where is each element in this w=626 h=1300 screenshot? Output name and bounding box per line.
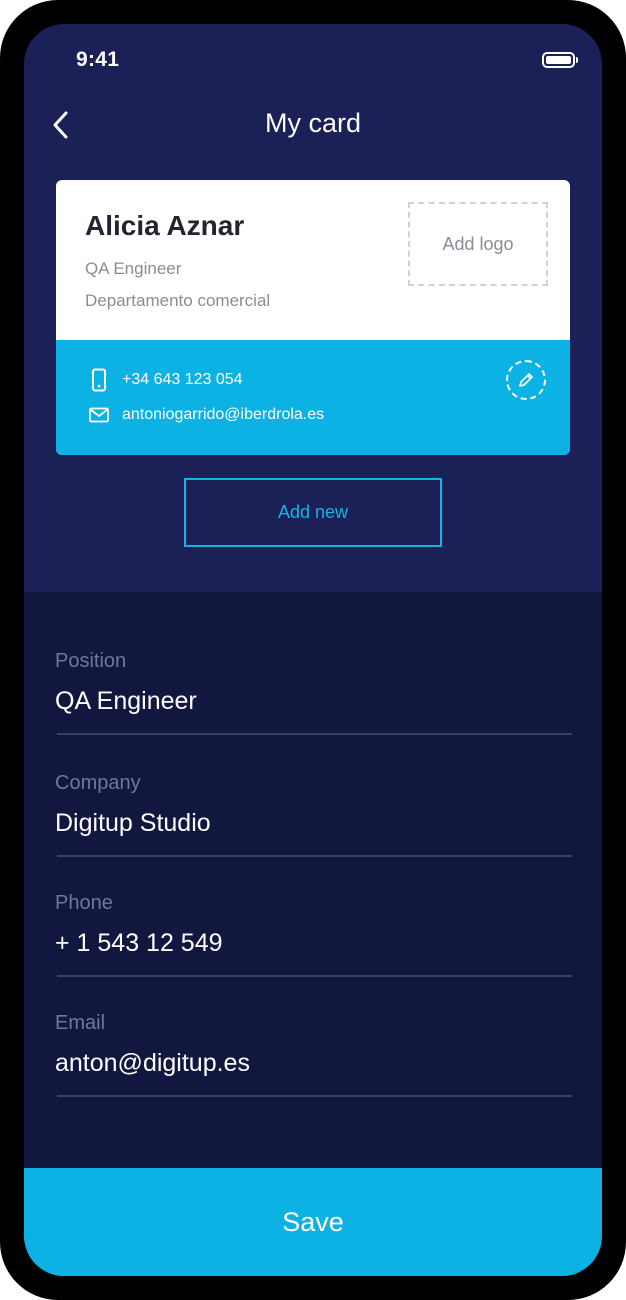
add-new-button[interactable]: Add new: [184, 478, 442, 547]
company-label: Company: [55, 772, 141, 794]
position-underline: [57, 733, 572, 735]
phone-label: Phone: [55, 892, 113, 914]
position-field: Position: [55, 650, 572, 770]
pencil-icon: [519, 373, 533, 387]
company-field: Company: [55, 772, 572, 892]
email-underline: [57, 1095, 572, 1097]
phone-field: Phone: [55, 892, 572, 1012]
card-contact-band: +34 643 123 054 antoniogarrido@iberdrola…: [56, 340, 570, 455]
add-logo-label: Add logo: [442, 233, 514, 254]
mail-icon: [88, 403, 110, 427]
position-input[interactable]: [55, 684, 572, 718]
business-card: Alicia Aznar QA Engineer Departamento co…: [56, 180, 570, 455]
save-button[interactable]: Save: [24, 1168, 602, 1276]
card-email-row: antoniogarrido@iberdrola.es: [88, 403, 324, 427]
status-time: 9:41: [76, 48, 120, 71]
phone-icon: [88, 368, 110, 392]
battery-icon: [542, 52, 578, 68]
page-title: My card: [264, 108, 362, 138]
card-email: antoniogarrido@iberdrola.es: [122, 406, 325, 423]
card-name: Alicia Aznar: [85, 210, 245, 241]
company-input[interactable]: [55, 806, 572, 840]
phone-frame: 9:41 My card Alicia Aznar QA Engineer De…: [0, 0, 626, 1300]
add-new-label: Add new: [277, 502, 349, 522]
save-label: Save: [282, 1206, 344, 1237]
card-phone-row: +34 643 123 054: [88, 368, 243, 392]
email-field: Email: [55, 1012, 572, 1132]
company-underline: [57, 855, 572, 857]
card-phone: +34 643 123 054: [122, 371, 243, 388]
phone-underline: [57, 975, 572, 977]
add-logo-button[interactable]: Add logo: [408, 202, 548, 286]
card-form: Position Company Phone Email: [24, 592, 602, 1168]
position-label: Position: [55, 650, 127, 672]
email-label: Email: [55, 1012, 106, 1034]
card-department: Departamento comercial: [85, 291, 271, 310]
email-input[interactable]: [55, 1046, 572, 1080]
app-screen: 9:41 My card Alicia Aznar QA Engineer De…: [24, 24, 602, 1276]
card-position: QA Engineer: [85, 259, 182, 278]
edit-card-button[interactable]: [506, 360, 546, 400]
phone-input[interactable]: [55, 926, 572, 960]
